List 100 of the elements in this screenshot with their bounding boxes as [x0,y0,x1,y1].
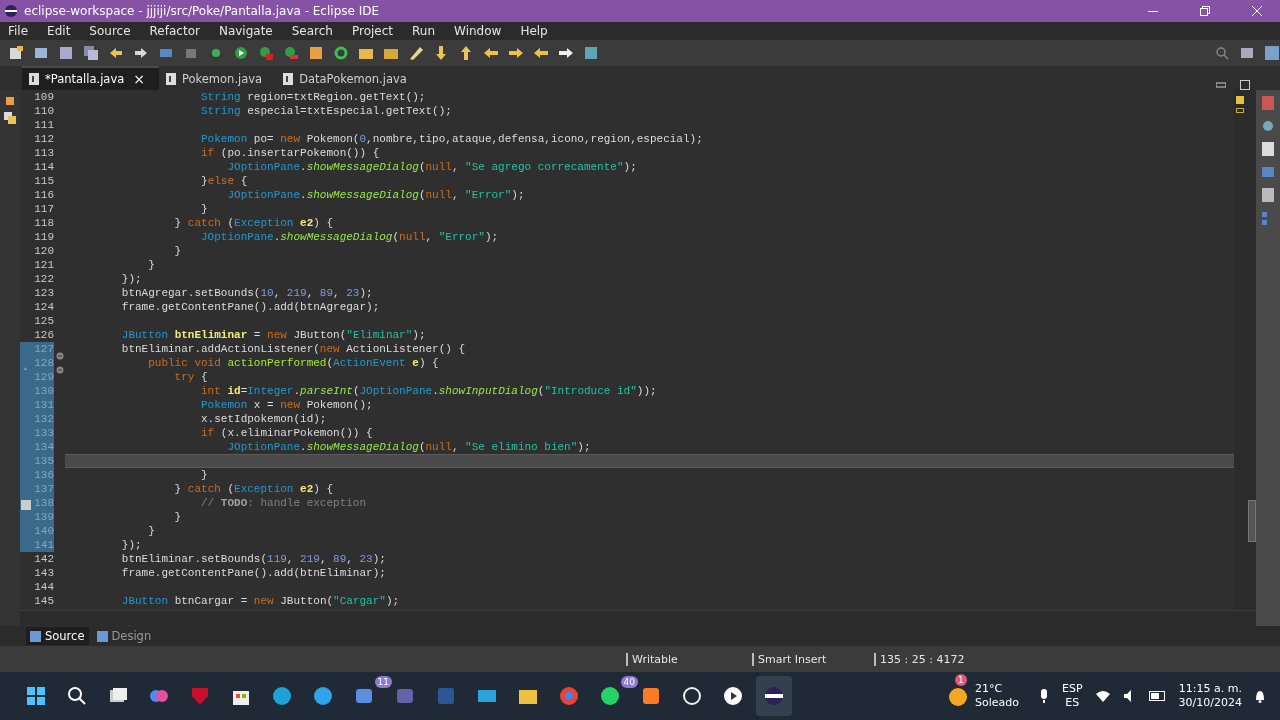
code-line: } [147,258,156,272]
editor-tab[interactable]: Pokemon.java [159,66,277,90]
status-field: Writable [626,652,752,666]
menu-item[interactable]: Project [349,24,403,38]
menu-item[interactable]: Refactor [147,24,209,38]
menu-item[interactable]: File [6,24,38,38]
bell-icon [1254,689,1266,703]
line-number: 130 [20,384,54,398]
task-marker-icon [1236,108,1244,113]
line-number: 136 [20,468,54,482]
editor-tab[interactable]: DataPokemon.java [276,66,421,90]
code-line: String especial=txtEspecial.getText(); [200,104,453,118]
line-number: 120 [33,244,54,258]
code-line: }else { [200,174,249,188]
code-line: } [173,510,183,524]
run-icon[interactable] [233,45,249,61]
editor-tab[interactable]: *Pantalla.java × [22,66,159,90]
left-arrow-icon[interactable] [483,45,499,61]
minimize-icon [1216,80,1226,90]
menu-item[interactable]: Window [452,24,511,38]
line-number: 144 [33,580,54,594]
microphone-icon [1038,688,1050,704]
code-line: JOptionPane.showMessageDialog(null, "Se elimino bien"); [226,440,592,454]
line-number: 141 [20,538,54,552]
keyboard-code: ES [1065,696,1080,710]
maximize-icon [1240,80,1250,90]
run-config-icon[interactable] [258,45,274,61]
code-line: Pokemon po= new Pokemon(0,nombre,tipo,ataque,defensa,icono,region,especial); [200,132,704,146]
line-number: 113 [33,146,54,160]
package-icon [4,112,16,124]
code-line: } catch (Exception e2) { [173,482,335,496]
line-number: 121 [33,258,54,272]
code-line: x.setIdpokemon(id); [200,412,328,426]
code-line: } [173,244,183,258]
line-number: 140 [20,524,54,538]
clock-date: 30/10/2024 [1178,696,1242,710]
menu-item[interactable]: Search [289,24,342,38]
back-arrow-icon[interactable] [533,45,549,61]
editor-mode-tab[interactable]: Source [26,627,89,645]
code-line: frame.getContentPane().add(btnAgregar); [120,300,381,314]
code-line: } [147,524,156,538]
line-number: 132 [20,412,54,426]
line-number: 131 [20,398,54,412]
line-number: 119 [33,230,54,244]
code-line: int id=Integer.parseInt(JOptionPane.showInputDialog("Introduce id")); [200,384,658,398]
code-line: btnEliminar.setBounds(119, 219, 89, 23); [120,552,387,566]
code-line: } [200,202,209,216]
fold-icon [56,352,64,360]
code-line: JOptionPane.showMessageDialog(null, "Se agrego correcamente"); [226,160,638,174]
line-number: 137 [20,482,54,496]
save-all-icon[interactable] [83,45,99,61]
line-number: 126 [33,328,54,342]
code-line: JButton btnEliminar = new JButton("Eliminar"); [120,328,427,342]
line-number: 143 [33,566,54,580]
wifi-icon [1094,689,1111,703]
language-indicator[interactable]: ESP ES [1062,682,1083,710]
eclipse-icon[interactable] [762,684,786,708]
code-line: String region=txtRegion.getText(); [200,90,427,104]
menu-item[interactable]: Edit [45,24,80,38]
line-number: 112 [33,132,54,146]
code-line: JOptionPane.showMessageDialog(null, "Error"); [226,188,526,202]
java-file-icon [28,73,40,85]
forward-arrow-icon[interactable] [558,45,574,61]
new-file-icon[interactable] [8,45,24,61]
horizontal-scrollbar[interactable] [20,610,1256,625]
line-number: 129 [20,370,54,384]
editor-mode-tab[interactable]: Design [92,627,156,645]
code-line: // TODO: handle exception [200,496,368,510]
code-line: frame.getContentPane().add(btnEliminar); [120,566,387,580]
code-line: if (po.insertarPokemon()) { [200,146,381,160]
undo-arrow-icon[interactable] [108,45,124,61]
close-tab-button[interactable]: × [133,71,145,87]
refresh-icon[interactable] [333,45,349,61]
line-number: 117 [33,202,54,216]
code-line: btnAgregar.setBounds(10, 219, 89, 23); [120,286,374,300]
fold-icon [56,366,64,374]
menu-item[interactable]: Source [87,24,140,38]
chrome-browser-icon[interactable] [557,684,581,708]
line-number: 124 [33,300,54,314]
temperature: 21°C [975,682,1003,696]
code-line: try { [173,370,209,384]
media-player-icon[interactable] [721,684,745,708]
down-arrow-icon[interactable] [433,45,449,61]
menu-item[interactable]: Navigate [216,24,282,38]
java-file-icon [165,73,177,85]
redo-arrow-icon[interactable] [133,45,149,61]
line-number: 109 [33,90,54,104]
line-number: 110 [33,104,54,118]
code-line: } [200,468,209,482]
menu-item[interactable]: Run [410,24,445,38]
stop-icon[interactable] [283,45,299,61]
windows-logo-icon[interactable] [24,684,48,708]
up-arrow-icon[interactable] [458,45,474,61]
menu-item[interactable]: Help [518,24,557,38]
line-number: 111 [33,118,54,132]
eclipse-logo-icon [4,4,18,18]
right-arrow-icon[interactable] [508,45,524,61]
line-number: 145 [33,594,54,608]
notification-badge: 40 [620,676,638,688]
pencil-icon[interactable] [408,45,424,61]
